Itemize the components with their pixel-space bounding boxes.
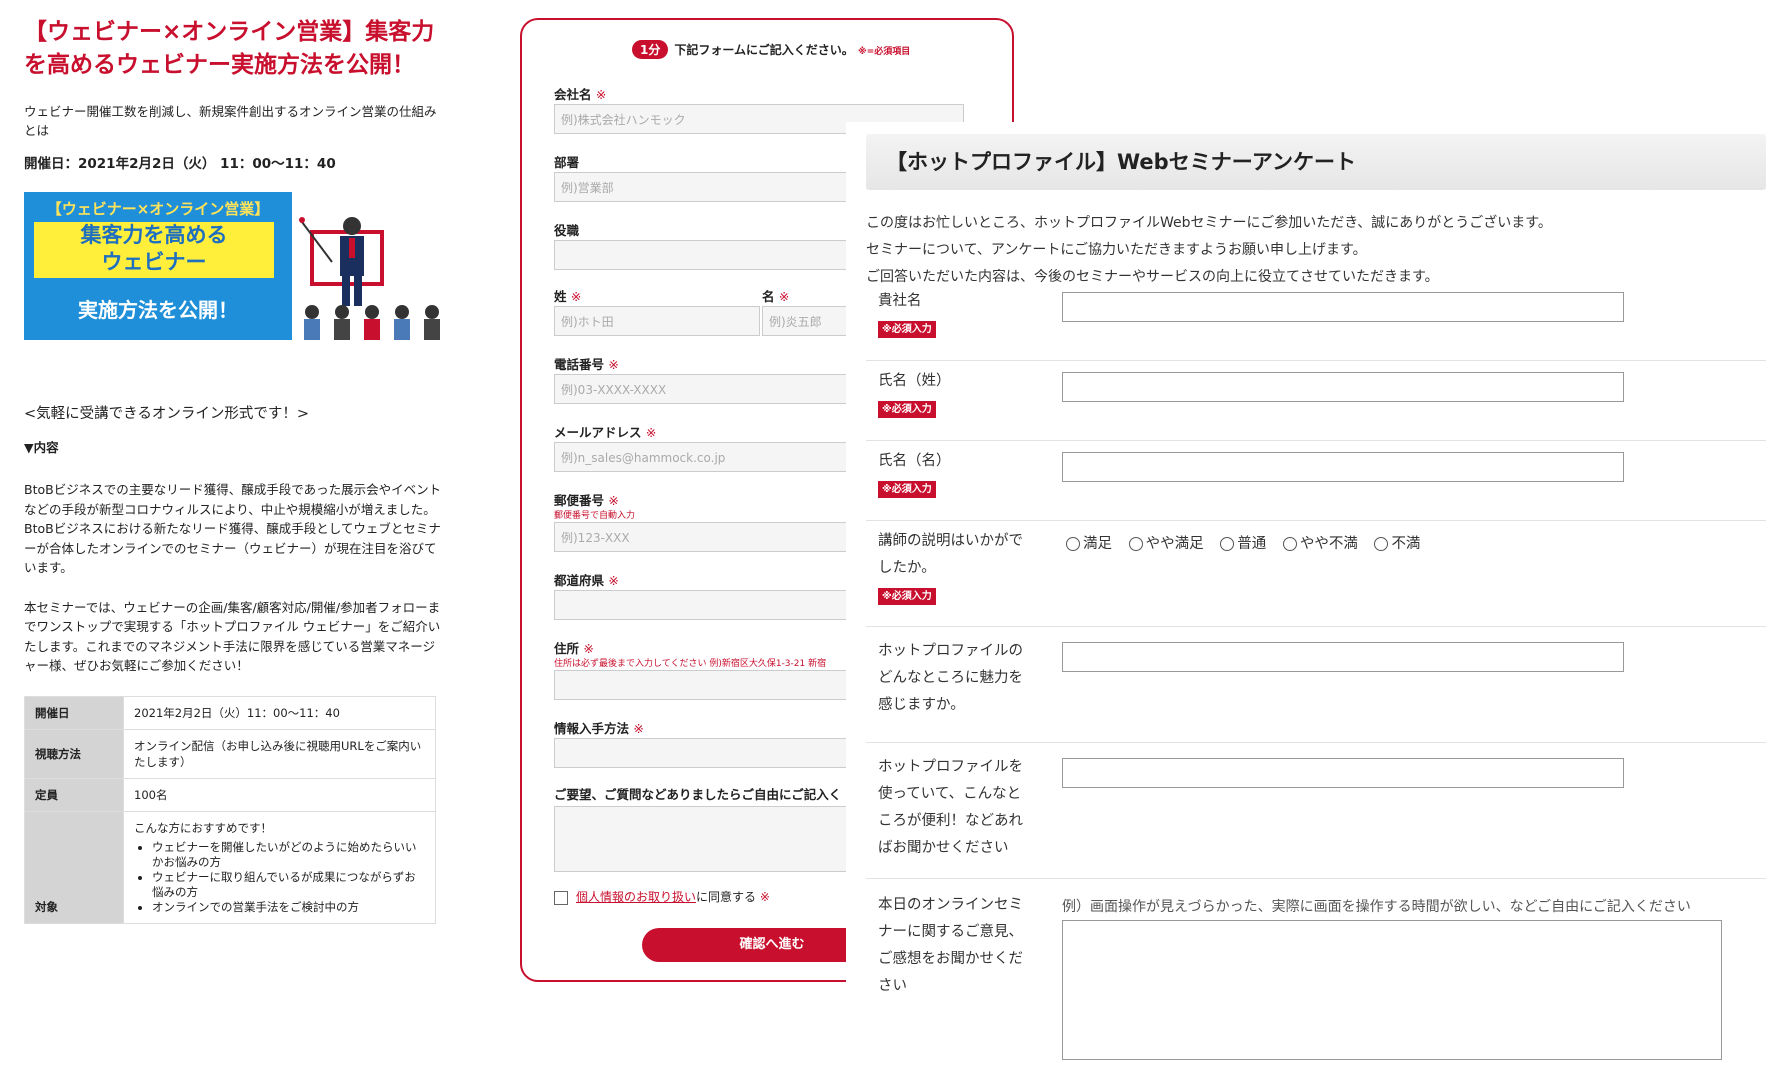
banner-main-text: 集客力を高める ウェビナー xyxy=(34,222,274,278)
table-row: 対象 こんな方におすすめです！ ウェビナーを開催したいがどのように始めたらいいか… xyxy=(24,810,436,924)
table-key: 対象 xyxy=(24,810,124,924)
intro-line-2: セミナーについて、アンケートにご協力いただきますようお願い申し上げます。 xyxy=(866,242,1367,258)
banner-bottom-text: 実施方法を公開！ xyxy=(78,298,238,322)
zip-label: 郵便番号 ※ xyxy=(554,493,619,508)
question-label: ホットプロファイルを使っていて、こんなところが便利！などあればお聞かせください xyxy=(878,759,1023,856)
email-label: メールアドレス ※ xyxy=(554,425,657,440)
company-label: 会社名 ※ xyxy=(554,87,607,102)
survey-intro: この度はお忙しいところ、ホットプロファイルWebセミナーにご参加いただき、誠にあ… xyxy=(866,210,1552,291)
required-badge: ※必須入力 xyxy=(878,321,936,338)
radio-option[interactable]: 普通 xyxy=(1220,532,1266,553)
page-title: 【ウェビナー×オンライン営業】集客力を高めるウェビナー実施方法を公開！ xyxy=(24,19,435,78)
format-heading: <気軽に受講できるオンライン形式です！> xyxy=(24,406,310,422)
zip-hint: 郵便番号で自動入力 xyxy=(554,511,636,521)
pref-label: 都道府県 ※ xyxy=(554,573,619,588)
radio-icon[interactable] xyxy=(1282,537,1297,551)
survey-row-company: 貴社名 ※必須入力 xyxy=(866,280,1766,361)
question-label: ホットプロファイルのどんなところに魅力を感じますか。 xyxy=(878,643,1023,713)
seminar-description: 【ウェビナー×オンライン営業】集客力を高めるウェビナー実施方法を公開！ ウェビナ… xyxy=(24,16,462,924)
table-row: 視聴方法 オンライン配信（お申し込み後に視聴用URLをご案内いたします） xyxy=(24,728,436,779)
question-label: 氏名（姓） ※必須入力 xyxy=(878,368,1038,422)
target-list: ウェビナーを開催したいがどのように始めたらいいかお悩みの方 ウェビナーに取り組ん… xyxy=(134,840,425,915)
lecturer-rating: 満足 やや満足 普通 やや不満 不満 xyxy=(1066,532,1432,553)
company-input[interactable] xyxy=(1062,292,1624,322)
radio-icon[interactable] xyxy=(1220,537,1235,551)
table-key: 定員 xyxy=(24,777,124,812)
time-pill: 1分 xyxy=(632,40,669,59)
agree-checkbox[interactable] xyxy=(554,890,568,905)
intro-line-1: この度はお忙しいところ、ホットプロファイルWebセミナーにご参加いただき、誠にあ… xyxy=(866,215,1552,231)
dept-label: 部署 xyxy=(554,155,580,170)
last-name-label: 姓 ※ xyxy=(554,289,582,304)
survey-row-appeal: ホットプロファイルのどんなところに魅力を感じますか。 xyxy=(866,626,1766,743)
required-note: ※=必須項目 xyxy=(857,47,911,57)
table-value: オンライン配信（お申し込み後に視聴用URLをご案内いたします） xyxy=(123,728,436,779)
radio-option[interactable]: 満足 xyxy=(1066,532,1112,553)
survey-row-lecturer: 講師の説明はいかがでしたか。 ※必須入力 満足 やや満足 普通 やや不満 不満 xyxy=(866,520,1766,627)
form-header: 1分 下記フォームにご記入ください。 ※=必須項目 xyxy=(632,40,910,59)
appeal-input[interactable] xyxy=(1062,642,1624,672)
content-heading: ▼内容 xyxy=(24,440,59,455)
survey-row-opinion: 本日のオンラインセミナーに関するご意見、ご感想をお聞かせください 例）画面操作が… xyxy=(866,878,1766,1088)
content-paragraph-1: BtoBビジネスでの主要なリード獲得、醸成手段であった展示会やイベントなどの手段… xyxy=(24,482,442,575)
radio-option[interactable]: やや満足 xyxy=(1128,532,1204,553)
table-value: 100名 xyxy=(123,777,436,812)
phone-label: 電話番号 ※ xyxy=(554,357,619,372)
seminar-banner: 【ウェビナー×オンライン営業】 集客力を高める ウェビナー 実施方法を公開！ xyxy=(24,192,462,340)
table-value: こんな方におすすめです！ ウェビナーを開催したいがどのように始めたらいいかお悩み… xyxy=(123,810,436,924)
lead-text: ウェビナー開催工数を削減し、新規案件創出するオンライン営業の仕組みとは xyxy=(24,104,437,138)
first-name-input[interactable] xyxy=(1062,452,1624,482)
survey-title: 【ホットプロファイル】Webセミナーアンケート xyxy=(866,134,1766,190)
survey-row-last-name: 氏名（姓） ※必須入力 xyxy=(866,360,1766,441)
survey-row-first-name: 氏名（名） ※必須入力 xyxy=(866,440,1766,521)
radio-icon[interactable] xyxy=(1128,537,1143,551)
privacy-agree[interactable]: 個人情報のお取り扱いに同意する ※ xyxy=(554,888,770,905)
opinion-hint: 例）画面操作が見えづらかった、実際に画面を操作する時間が欲しい、などご自由にご記… xyxy=(1062,899,1691,915)
survey-panel: 【ホットプロファイル】Webセミナーアンケート この度はお忙しいところ、ホットプ… xyxy=(846,122,1778,1086)
table-value: 2021年2月2日（火）11：00〜11：40 xyxy=(123,695,436,730)
content-paragraph-2: 本セミナーでは、ウェビナーの企画/集客/顧客対応/開催/参加者フォローまでワンス… xyxy=(24,599,441,674)
question-label: 氏名（名） ※必須入力 xyxy=(878,448,1038,502)
question-label: 貴社名 ※必須入力 xyxy=(878,288,1038,342)
address-label: 住所 ※ xyxy=(554,641,594,656)
survey-row-useful: ホットプロファイルを使っていて、こんなところが便利！などあればお聞かせください xyxy=(866,742,1766,879)
banner-line-1: 集客力を高める xyxy=(80,223,228,247)
radio-option[interactable]: やや不満 xyxy=(1282,532,1358,553)
position-label: 役職 xyxy=(554,223,580,238)
question-label: 講師の説明はいかがでしたか。 ※必須入力 xyxy=(878,528,1033,609)
radio-icon[interactable] xyxy=(1374,537,1389,551)
presenter-illustration xyxy=(292,192,462,340)
table-key: 開催日 xyxy=(24,695,124,730)
first-name-label: 名 ※ xyxy=(762,289,790,304)
source-label: 情報入手方法 ※ xyxy=(554,721,644,736)
agree-text: に同意する xyxy=(696,890,757,904)
form-instruction: 下記フォームにご記入ください。 xyxy=(674,43,854,57)
required-badge: ※必須入力 xyxy=(878,588,936,605)
radio-option[interactable]: 不満 xyxy=(1374,532,1420,553)
privacy-link[interactable]: 個人情報のお取り扱い xyxy=(576,890,696,904)
banner-line-2: ウェビナー xyxy=(101,250,207,274)
last-name-input[interactable] xyxy=(1062,372,1624,402)
list-item: オンラインでの営業手法をご検討中の方 xyxy=(152,900,425,915)
table-row: 定員 100名 xyxy=(24,777,436,812)
opinion-textarea[interactable] xyxy=(1062,920,1722,1060)
target-intro: こんな方におすすめです！ xyxy=(134,820,272,835)
last-name-input[interactable]: 例)ホト田 xyxy=(554,306,760,336)
list-item: ウェビナーに取り組んでいるが成果につながらずお悩みの方 xyxy=(152,870,425,900)
banner-top-text: 【ウェビナー×オンライン営業】 xyxy=(46,200,270,218)
question-label: 本日のオンラインセミナーに関するご意見、ご感想をお聞かせください xyxy=(878,897,1023,994)
required-badge: ※必須入力 xyxy=(878,401,936,418)
event-date: 開催日：2021年2月2日（火） 11：00〜11：40 xyxy=(24,156,336,172)
event-info-table: 開催日 2021年2月2日（火）11：00〜11：40 視聴方法 オンライン配信… xyxy=(24,695,436,924)
table-key: 視聴方法 xyxy=(24,728,124,779)
useful-input[interactable] xyxy=(1062,758,1624,788)
list-item: ウェビナーを開催したいがどのように始めたらいいかお悩みの方 xyxy=(152,840,425,870)
radio-icon[interactable] xyxy=(1066,537,1080,551)
table-row: 開催日 2021年2月2日（火）11：00〜11：40 xyxy=(24,695,436,730)
required-badge: ※必須入力 xyxy=(878,481,936,498)
